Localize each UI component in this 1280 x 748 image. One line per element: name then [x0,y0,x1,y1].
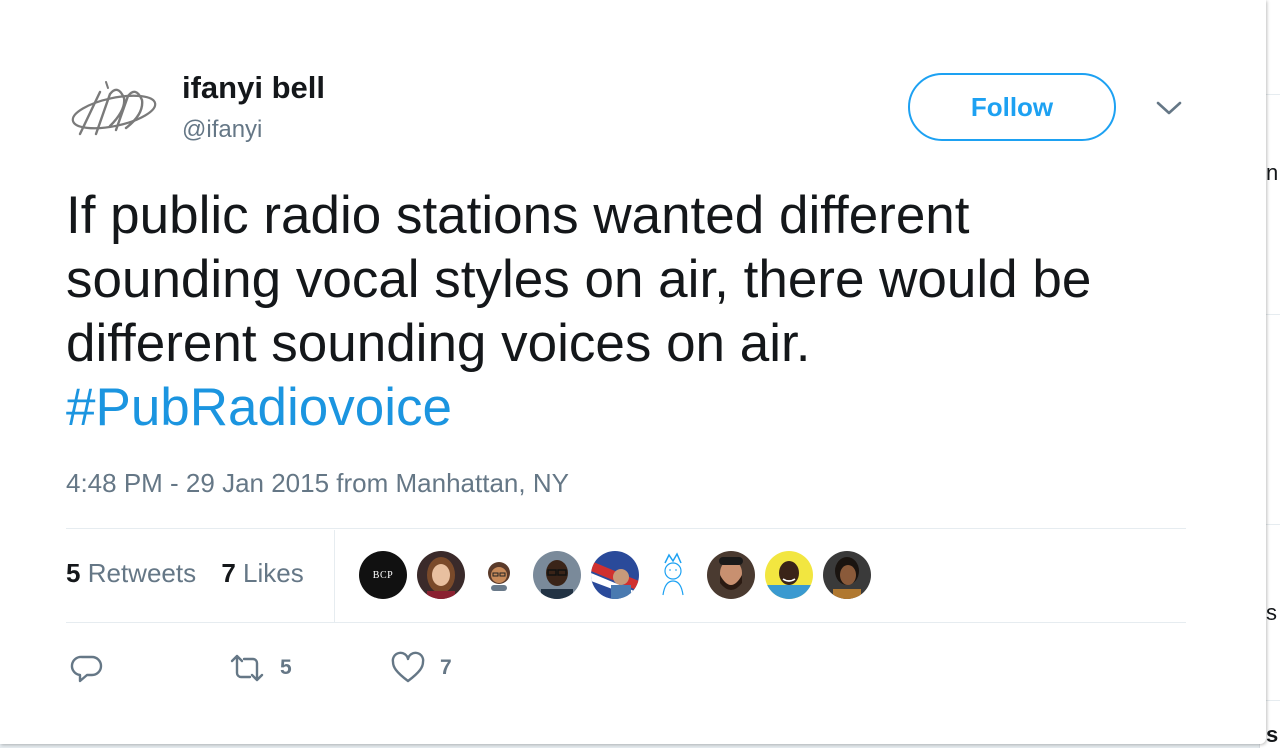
chevron-down-icon [1156,101,1182,115]
like-button[interactable]: 7 [390,648,452,688]
woman-avatar-icon [417,551,465,599]
yellow-avatar-icon [765,551,813,599]
heart-icon [391,651,425,683]
divider [66,622,1186,623]
retweet-button[interactable]: 5 [228,648,292,688]
likes-count: 7 [221,558,236,588]
liker-avatar[interactable] [591,551,639,599]
flag-avatar-icon [591,551,639,599]
liker-avatar[interactable] [475,551,523,599]
man-glasses-avatar-icon [533,551,581,599]
retweet-icon [230,654,264,682]
liker-avatar[interactable] [707,551,755,599]
user-handle[interactable]: @ifanyi [182,116,262,144]
tweet-timestamp[interactable]: 4:48 PM - 29 Jan 2015 from Manhattan, NY [66,468,569,499]
signature-logo-icon [71,81,157,136]
tweet-stats: 5 Retweets 7 Likes [66,558,322,589]
liker-avatar-text: BCP [372,569,394,581]
tweet-card: ifanyi bell @ifanyi Follow If public rad… [0,0,1266,744]
hashtag-link[interactable]: #PubRadiovoice [66,378,452,437]
liker-avatar[interactable] [765,551,813,599]
sketch-avatar-icon [662,552,684,596]
bearded-man-avatar-icon [707,551,755,599]
reply-icon [70,655,103,683]
retweets-count: 5 [66,558,81,588]
display-name[interactable]: ifanyi bell [182,70,325,106]
like-count: 7 [440,656,452,679]
background-text-fragment: n [1266,160,1279,185]
stats-divider [334,530,335,622]
liker-avatar[interactable] [533,551,581,599]
cartoon-avatar-icon [488,562,510,591]
woman-dark-avatar-icon [823,551,871,599]
retweet-count: 5 [280,656,292,679]
reply-button[interactable] [70,648,104,688]
likes-stat-link[interactable]: 7 Likes [221,558,303,588]
retweets-stat-link[interactable]: 5 Retweets [66,558,196,588]
background-text-fragment: s [1266,600,1277,625]
profile-avatar[interactable] [66,74,162,146]
follow-button[interactable]: Follow [908,73,1116,141]
liker-avatar[interactable] [823,551,871,599]
retweets-label: Retweets [87,558,197,588]
tweet-text-line: different sounding voices on air. [66,314,811,373]
tweet-text: If public radio stations wanted differen… [66,184,1216,440]
tweet-text-line: sounding vocal styles on air, there woul… [66,250,1092,309]
liker-avatar[interactable] [417,551,465,599]
divider [66,528,1186,529]
background-text-fragment: s [1266,722,1279,747]
more-options-button[interactable] [1154,96,1184,120]
tweet-text-line: If public radio stations wanted differen… [66,186,970,245]
liker-avatar[interactable] [649,551,697,599]
liker-avatar[interactable]: BCP [359,551,407,599]
likes-label: Likes [243,558,304,588]
